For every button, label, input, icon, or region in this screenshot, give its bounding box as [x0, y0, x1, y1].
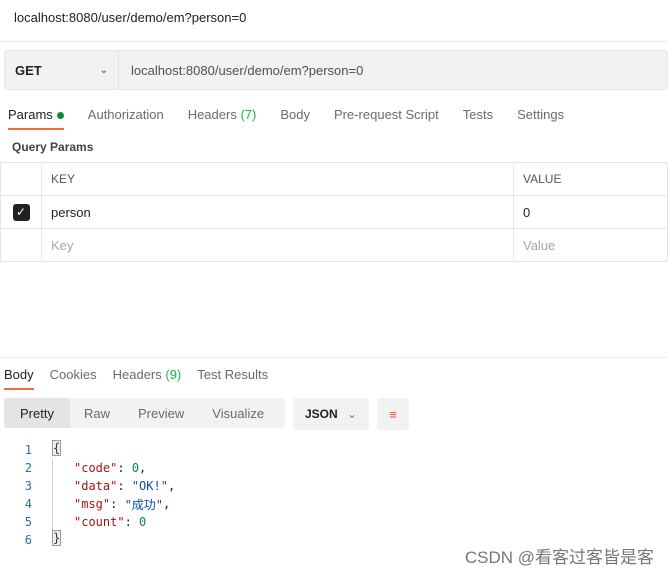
table-row-empty: Key Value: [0, 228, 668, 262]
response-body: 1{ 2 "code": 0, 3 "data": "OK!", 4 "msg": "…: [24, 440, 176, 547]
chevron-down-icon: ⌄: [99, 64, 108, 76]
value-header: VALUE: [513, 162, 668, 196]
value-input[interactable]: Value: [513, 228, 668, 262]
response-tabs: Body Cookies Headers (9) Test Results: [4, 367, 268, 390]
params-table: KEY VALUE ✓ person 0 Key Value: [0, 162, 668, 262]
view-mode-selector: Pretty Raw Preview Visualize: [4, 398, 285, 428]
divider: [0, 41, 668, 42]
view-visualize[interactable]: Visualize: [198, 398, 278, 428]
view-preview[interactable]: Preview: [124, 398, 198, 428]
table-row: ✓ person 0: [0, 195, 668, 229]
divider: [0, 357, 668, 358]
tab-headers[interactable]: Headers (7): [188, 107, 257, 130]
view-raw[interactable]: Raw: [70, 398, 124, 428]
tab-test-results[interactable]: Test Results: [197, 367, 268, 390]
key-input[interactable]: Key: [41, 228, 514, 262]
url-input[interactable]: localhost:8080/user/demo/em?person=0: [119, 63, 363, 78]
param-value[interactable]: 0: [513, 195, 668, 229]
active-dot-icon: [56, 112, 64, 120]
url-bar: GET ⌄ localhost:8080/user/demo/em?person=…: [4, 50, 668, 90]
tab-pre-request-script[interactable]: Pre-request Script: [334, 107, 439, 130]
request-tabs: Params Authorization Headers (7) Body Pr…: [8, 107, 564, 130]
method-label: GET: [15, 62, 42, 78]
tab-cookies[interactable]: Cookies: [50, 367, 97, 390]
method-select[interactable]: GET ⌄: [5, 51, 119, 89]
window-title: localhost:8080/user/demo/em?person=0: [14, 10, 247, 25]
tab-response-headers[interactable]: Headers (9): [113, 367, 182, 390]
tab-settings[interactable]: Settings: [517, 107, 564, 130]
tab-params[interactable]: Params: [8, 107, 64, 130]
watermark: CSDN @看客过客皆是客: [464, 548, 654, 567]
tab-authorization[interactable]: Authorization: [88, 107, 164, 130]
query-params-title: Query Params: [12, 140, 94, 154]
checkbox-checked[interactable]: ✓: [12, 203, 30, 221]
wrap-lines-icon[interactable]: ≡: [377, 398, 409, 430]
key-header: KEY: [41, 162, 514, 196]
format-select[interactable]: JSON ⌄: [293, 398, 369, 430]
param-key[interactable]: person: [41, 195, 514, 229]
tab-response-body[interactable]: Body: [4, 367, 34, 390]
view-pretty[interactable]: Pretty: [4, 398, 70, 428]
tab-tests[interactable]: Tests: [463, 107, 493, 130]
chevron-down-icon: ⌄: [346, 407, 357, 421]
table-header: KEY VALUE: [0, 162, 668, 196]
tab-body[interactable]: Body: [280, 107, 310, 130]
